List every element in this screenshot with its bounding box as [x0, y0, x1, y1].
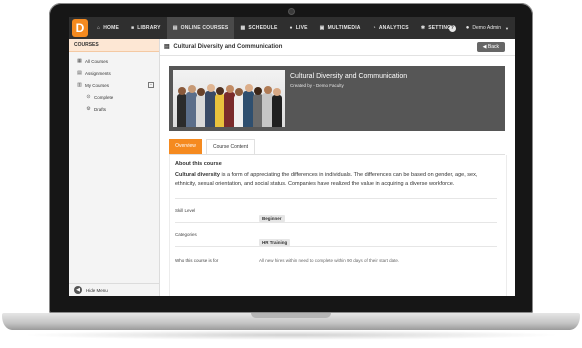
top-nav-bar: D ⌂ HOME ■ LIBRARY ▤ ONLINE COURSES ▦ SC…	[69, 17, 515, 39]
course-tabs: Overview Course Content	[169, 139, 505, 155]
sidebar-item-my-courses[interactable]: ▥ My Courses −	[69, 79, 159, 91]
course-hero: Cultural Diversity and Communication Cre…	[169, 66, 505, 131]
overview-panel: About this course Cultural diversity is …	[169, 155, 507, 296]
nav-label: SCHEDULE	[248, 25, 278, 31]
detail-label: Categories	[175, 232, 197, 237]
book-icon: ▤	[172, 25, 178, 31]
live-icon: ●	[289, 25, 293, 31]
skill-level-badge: Beginner	[259, 215, 285, 222]
nav-label: LIBRARY	[137, 25, 161, 31]
sidebar: COURSES ▦ All Courses ▤ Assignments ▥ My…	[69, 39, 160, 296]
about-lead: Cultural diversity	[175, 172, 220, 178]
audience-text: All new hires within need to complete wi…	[259, 258, 400, 263]
home-icon: ⌂	[97, 25, 101, 31]
chevron-down-icon[interactable]: ▼	[505, 26, 509, 31]
course-author: Created by - Demo Faculty	[290, 83, 344, 88]
arrow-left-icon: ◀	[74, 286, 82, 294]
tab-course-content[interactable]: Course Content	[206, 139, 255, 154]
screen: D ⌂ HOME ■ LIBRARY ▤ ONLINE COURSES ▦ SC…	[69, 17, 515, 296]
sidebar-item-label: All Courses	[85, 58, 109, 64]
video-icon: ■	[131, 25, 135, 31]
detail-label: Skill Level	[175, 208, 196, 213]
sidebar-item-label: Drafts	[94, 106, 107, 112]
nav-multimedia[interactable]: ▣ MULTIMEDIA	[314, 17, 367, 39]
nav-label: MULTIMEDIA	[327, 25, 361, 31]
back-label: Back	[487, 44, 499, 50]
hide-menu-button[interactable]: ◀ Hide Menu	[69, 283, 159, 296]
book-icon: ▤	[164, 44, 170, 50]
nav-label: ANALYTICS	[378, 25, 409, 31]
hide-menu-label: Hide Menu	[86, 287, 108, 293]
sidebar-title: COURSES	[69, 39, 159, 52]
drafts-icon: ⚙	[86, 106, 91, 112]
user-icon: ●	[465, 25, 470, 31]
nav-schedule[interactable]: ▦ SCHEDULE	[234, 17, 283, 39]
sidebar-item-label: My Courses	[85, 82, 110, 88]
calendar-icon: ▦	[240, 25, 246, 31]
laptop-base-notch	[251, 313, 331, 318]
help-icon[interactable]: ?	[448, 24, 456, 32]
sidebar-item-assignments[interactable]: ▤ Assignments	[69, 67, 159, 79]
collapse-icon[interactable]: −	[148, 82, 154, 88]
check-circle-icon: ⊙	[86, 94, 91, 100]
assignment-icon: ▤	[77, 70, 82, 76]
grid-icon: ▦	[77, 58, 82, 64]
folder-icon: ▥	[77, 82, 82, 88]
page-title: ▤ Cultural Diversity and Communication	[164, 39, 282, 55]
camera-icon	[288, 8, 295, 15]
nav-label: LIVE	[295, 25, 308, 31]
detail-row-skill-level: Skill Level Beginner	[175, 198, 497, 223]
logo[interactable]: D	[72, 19, 88, 37]
about-heading: About this course	[175, 161, 222, 167]
sidebar-item-label: Assignments	[85, 70, 111, 76]
nav-online-courses[interactable]: ▤ ONLINE COURSES	[166, 17, 235, 39]
course-image	[173, 70, 285, 127]
nav-live[interactable]: ● LIVE	[284, 17, 314, 39]
nav-label: ONLINE COURSES	[180, 25, 229, 31]
back-button[interactable]: ◀ Back	[476, 42, 505, 52]
tab-overview[interactable]: Overview	[169, 139, 202, 154]
detail-row-audience: Who this course is for All new hires wit…	[175, 246, 497, 275]
user-area: ? ● Demo Admin ▼	[448, 17, 509, 39]
nav-home[interactable]: ⌂ HOME	[91, 17, 125, 39]
category-badge: HR Training	[259, 239, 291, 246]
nav-label: HOME	[103, 25, 120, 31]
sidebar-item-all-courses[interactable]: ▦ All Courses	[69, 55, 159, 67]
page-title-text: Cultural Diversity and Communication	[173, 44, 283, 50]
gear-icon: ✱	[420, 25, 426, 31]
sidebar-item-label: Complete	[94, 94, 114, 100]
detail-row-categories: Categories HR Training	[175, 222, 497, 247]
about-text: Cultural diversity is a form of apprecia…	[175, 171, 497, 189]
about-body: is a form of appreciating the difference…	[175, 172, 478, 187]
page-header: ▤ Cultural Diversity and Communication ◀…	[160, 39, 515, 56]
sidebar-item-drafts[interactable]: ⚙ Drafts	[69, 103, 159, 115]
sidebar-item-complete[interactable]: ⊙ Complete	[69, 91, 159, 103]
nav-analytics[interactable]: ◔ ANALYTICS	[367, 17, 415, 39]
course-title: Cultural Diversity and Communication	[290, 73, 408, 80]
laptop-shadow	[20, 330, 562, 340]
nav-library[interactable]: ■ LIBRARY	[125, 17, 167, 39]
chart-icon: ◔	[372, 25, 376, 31]
user-menu[interactable]: Demo Admin	[472, 25, 501, 31]
main-content: ▤ Cultural Diversity and Communication ◀…	[160, 39, 515, 296]
detail-label: Who this course is for	[175, 258, 219, 263]
multimedia-icon: ▣	[319, 25, 325, 31]
main-nav: ⌂ HOME ■ LIBRARY ▤ ONLINE COURSES ▦ SCHE…	[91, 17, 461, 39]
